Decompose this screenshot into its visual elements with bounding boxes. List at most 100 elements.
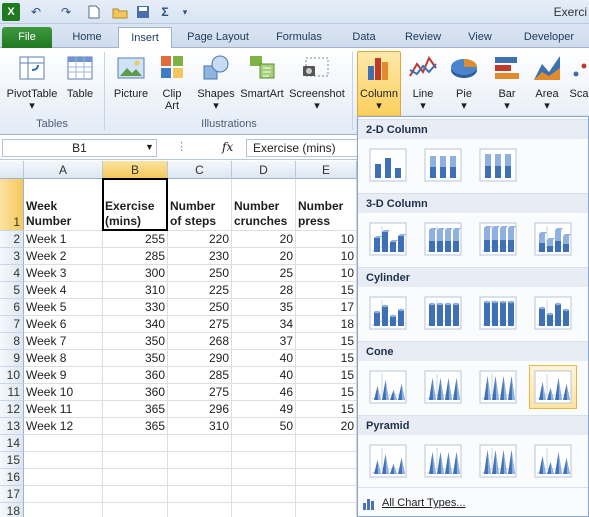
tab-data[interactable]: Data [342, 27, 386, 48]
chart-type-100-stacked-pyramid[interactable] [474, 439, 522, 483]
customize-qa-icon[interactable]: ▾ [180, 3, 190, 21]
tab-review[interactable]: Review [398, 27, 448, 48]
empty-cell[interactable] [24, 486, 103, 503]
table-cell[interactable]: 268 [168, 333, 232, 350]
row-header[interactable]: 9 [0, 350, 24, 367]
scatter-chart-button[interactable]: Sca [568, 52, 589, 100]
table-cell[interactable]: 350 [103, 350, 168, 367]
tab-formulas[interactable]: Formulas [268, 27, 330, 48]
chart-type-clustered-pyramid[interactable] [364, 439, 412, 483]
column-header-a[interactable]: A [24, 161, 103, 179]
row-header[interactable]: 15 [0, 452, 24, 469]
all-chart-types-link[interactable]: All Chart Types... [362, 493, 466, 513]
table-cell[interactable]: 290 [168, 350, 232, 367]
table-cell[interactable]: Week 3 [24, 265, 103, 282]
bar-chart-button[interactable]: Bar ▾ [488, 52, 526, 112]
redo-icon[interactable]: ↷ [56, 3, 76, 21]
header-cell[interactable]: Number crunches [232, 179, 296, 231]
chart-type-3d-cylinder[interactable] [529, 291, 577, 335]
empty-cell[interactable] [24, 435, 103, 452]
chart-type-100-stacked-column[interactable] [474, 143, 522, 187]
table-cell[interactable]: Week 6 [24, 316, 103, 333]
row-header[interactable]: 12 [0, 401, 24, 418]
empty-cell[interactable] [232, 469, 296, 486]
chart-type-3d-clustered-column[interactable] [364, 217, 412, 261]
insert-function-button[interactable]: fx [222, 140, 233, 154]
table-cell[interactable]: 25 [232, 265, 296, 282]
chart-type-stacked-cone[interactable] [419, 365, 467, 409]
header-cell[interactable]: Number press ups [296, 179, 357, 231]
save-icon[interactable] [134, 3, 152, 21]
chart-type-3d-stacked-column[interactable] [419, 217, 467, 261]
table-cell[interactable]: Week 11 [24, 401, 103, 418]
header-cell[interactable]: Week Number [24, 179, 103, 231]
empty-cell[interactable] [103, 469, 168, 486]
empty-cell[interactable] [296, 486, 357, 503]
empty-cell[interactable] [232, 503, 296, 517]
screenshot-button[interactable]: Screenshot ▾ [288, 52, 346, 112]
empty-cell[interactable] [168, 435, 232, 452]
line-chart-button[interactable]: Line ▾ [404, 52, 442, 112]
empty-cell[interactable] [24, 452, 103, 469]
table-cell[interactable]: 225 [168, 282, 232, 299]
empty-cell[interactable] [103, 486, 168, 503]
table-cell[interactable]: 285 [168, 367, 232, 384]
table-cell[interactable]: 360 [103, 367, 168, 384]
table-cell[interactable]: 350 [103, 333, 168, 350]
table-cell[interactable]: 340 [103, 316, 168, 333]
shapes-button[interactable]: Shapes ▾ [194, 52, 238, 112]
table-cell[interactable]: 10 [296, 248, 357, 265]
table-cell[interactable]: Week 1 [24, 231, 103, 248]
table-cell[interactable]: 365 [103, 418, 168, 435]
empty-cell[interactable] [232, 435, 296, 452]
empty-cell[interactable] [168, 503, 232, 517]
row-header[interactable]: 17 [0, 486, 24, 503]
table-cell[interactable]: 10 [296, 265, 357, 282]
empty-cell[interactable] [103, 452, 168, 469]
tab-developer[interactable]: Developer [514, 27, 584, 48]
table-cell[interactable]: 28 [232, 282, 296, 299]
table-cell[interactable]: 310 [103, 282, 168, 299]
empty-cell[interactable] [168, 452, 232, 469]
chart-type-100-stacked-cone[interactable] [474, 365, 522, 409]
chart-type-3d-100-stacked-column[interactable] [474, 217, 522, 261]
row-header[interactable]: 16 [0, 469, 24, 486]
select-all-corner[interactable] [0, 161, 24, 179]
chart-type-100-stacked-cylinder[interactable] [474, 291, 522, 335]
smartart-button[interactable]: SmartArt [238, 52, 286, 100]
row-header[interactable]: 18 [0, 503, 24, 517]
table-cell[interactable]: 50 [232, 418, 296, 435]
row-header[interactable]: 8 [0, 333, 24, 350]
table-cell[interactable]: 40 [232, 350, 296, 367]
row-header[interactable]: 3 [0, 248, 24, 265]
row-header[interactable]: 6 [0, 299, 24, 316]
table-cell[interactable]: Week 8 [24, 350, 103, 367]
table-cell[interactable]: 20 [232, 248, 296, 265]
open-folder-icon[interactable] [110, 3, 130, 21]
table-cell[interactable]: 15 [296, 367, 357, 384]
table-cell[interactable]: 49 [232, 401, 296, 418]
table-cell[interactable]: 34 [232, 316, 296, 333]
column-header-d[interactable]: D [232, 161, 296, 179]
table-cell[interactable]: 15 [296, 282, 357, 299]
table-cell[interactable]: 17 [296, 299, 357, 316]
empty-cell[interactable] [168, 469, 232, 486]
table-cell[interactable]: Week 10 [24, 384, 103, 401]
row-header[interactable]: 14 [0, 435, 24, 452]
chart-type-clustered-column[interactable] [364, 143, 412, 187]
row-header[interactable]: 1 [0, 179, 24, 231]
table-cell[interactable]: Week 7 [24, 333, 103, 350]
undo-icon[interactable]: ↶ [26, 3, 46, 21]
row-header[interactable]: 5 [0, 282, 24, 299]
table-cell[interactable]: Week 4 [24, 282, 103, 299]
header-cell[interactable]: Number of steps [168, 179, 232, 231]
pie-chart-button[interactable]: Pie ▾ [444, 52, 484, 112]
empty-cell[interactable] [168, 486, 232, 503]
clip-art-button[interactable]: Clip Art [154, 52, 190, 112]
name-box-dropdown-icon[interactable]: ▼ [145, 142, 154, 152]
header-cell[interactable]: Exercise (mins) [103, 179, 168, 231]
row-header[interactable]: 10 [0, 367, 24, 384]
row-header[interactable]: 7 [0, 316, 24, 333]
table-cell[interactable]: 10 [296, 231, 357, 248]
empty-cell[interactable] [24, 503, 103, 517]
